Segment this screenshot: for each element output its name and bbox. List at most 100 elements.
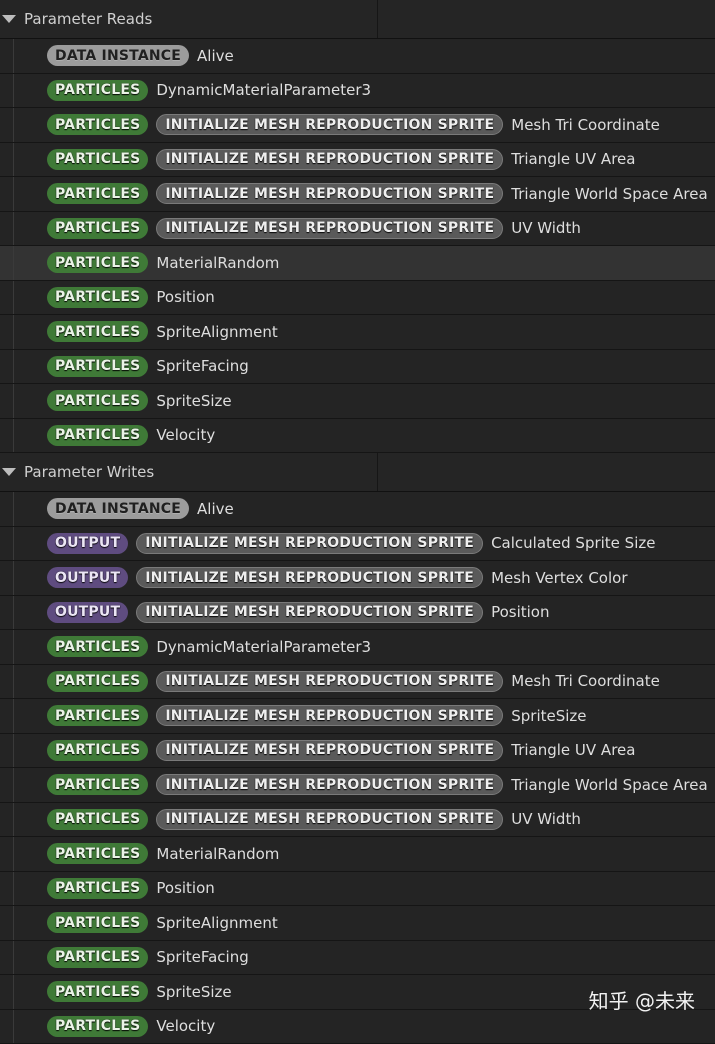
parameter-row[interactable]: PARTICLESSpriteAlignment bbox=[0, 906, 715, 941]
tree-guide-line bbox=[13, 177, 14, 211]
tree-guide-line bbox=[13, 39, 14, 73]
parameter-row[interactable]: PARTICLES INITIALIZE MESH REPRODUCTION SP… bbox=[0, 665, 715, 700]
particles-tag: PARTICLES bbox=[47, 843, 148, 864]
parameter-label: Position bbox=[156, 288, 214, 306]
tree-guide-line bbox=[13, 281, 14, 315]
module-tag: INITIALIZE MESH REPRODUCTION SPRITE bbox=[136, 567, 483, 588]
tree-guide-line bbox=[13, 561, 14, 595]
tree-guide-line bbox=[13, 212, 14, 246]
module-tag: INITIALIZE MESH REPRODUCTION SPRITE bbox=[156, 705, 503, 726]
parameter-label: Triangle UV Area bbox=[511, 741, 635, 759]
parameter-row[interactable]: PARTICLES INITIALIZE MESH REPRODUCTION SP… bbox=[0, 212, 715, 247]
parameter-label: Position bbox=[156, 879, 214, 897]
tree-guide-line bbox=[13, 837, 14, 871]
data-instance-tag: DATA INSTANCE bbox=[47, 498, 189, 519]
tree-guide-line bbox=[13, 975, 14, 1009]
module-tag: INITIALIZE MESH REPRODUCTION SPRITE bbox=[156, 671, 503, 692]
column-divider bbox=[377, 0, 378, 38]
parameter-row[interactable]: PARTICLESMaterialRandom bbox=[0, 246, 715, 281]
section-header-writes[interactable]: Parameter Writes bbox=[0, 453, 715, 492]
parameter-label: DynamicMaterialParameter3 bbox=[156, 638, 371, 656]
parameter-row[interactable]: PARTICLES INITIALIZE MESH REPRODUCTION SP… bbox=[0, 699, 715, 734]
module-tag: INITIALIZE MESH REPRODUCTION SPRITE bbox=[156, 183, 503, 204]
module-tag: INITIALIZE MESH REPRODUCTION SPRITE bbox=[156, 740, 503, 761]
particles-tag: PARTICLES bbox=[47, 740, 148, 761]
particles-tag: PARTICLES bbox=[47, 671, 148, 692]
parameter-row[interactable]: PARTICLESSpriteAlignment bbox=[0, 315, 715, 350]
watermark: 知乎 @未来 bbox=[589, 985, 695, 1014]
particles-tag: PARTICLES bbox=[47, 390, 148, 411]
module-tag: INITIALIZE MESH REPRODUCTION SPRITE bbox=[136, 602, 483, 623]
parameter-row[interactable]: PARTICLES Velocity bbox=[0, 419, 715, 454]
parameter-row[interactable]: PARTICLESVelocity bbox=[0, 1010, 715, 1044]
tree-guide-line bbox=[13, 492, 14, 526]
particles-tag: PARTICLES bbox=[47, 149, 148, 170]
output-tag: OUTPUT bbox=[47, 602, 128, 623]
parameter-label: UV Width bbox=[511, 219, 581, 237]
tree-guide-line bbox=[13, 699, 14, 733]
parameter-row[interactable]: OUTPUT INITIALIZE MESH REPRODUCTION SPRIT… bbox=[0, 561, 715, 596]
parameter-label: Mesh Tri Coordinate bbox=[511, 672, 660, 690]
module-tag: INITIALIZE MESH REPRODUCTION SPRITE bbox=[156, 809, 503, 830]
parameter-label: Alive bbox=[197, 47, 234, 65]
particles-tag: PARTICLES bbox=[47, 947, 148, 968]
particles-tag: PARTICLES bbox=[47, 287, 148, 308]
particles-tag: PARTICLES bbox=[47, 218, 148, 239]
parameter-label: Triangle World Space Area bbox=[511, 185, 707, 203]
parameter-label: UV Width bbox=[511, 810, 581, 828]
parameter-row[interactable]: PARTICLESINITIALIZE MESH REPRODUCTION SP… bbox=[0, 143, 715, 178]
parameter-row[interactable]: PARTICLES MaterialRandom bbox=[0, 837, 715, 872]
parameter-label: Velocity bbox=[156, 426, 215, 444]
tree-guide-line bbox=[13, 143, 14, 177]
tree-guide-line bbox=[13, 315, 14, 349]
parameter-label: Triangle World Space Area bbox=[511, 776, 707, 794]
parameter-row[interactable]: PARTICLES INITIALIZE MESH REPRODUCTION SP… bbox=[0, 177, 715, 212]
parameter-row[interactable]: OUTPUTINITIALIZE MESH REPRODUCTION SPRIT… bbox=[0, 527, 715, 562]
parameter-row[interactable]: PARTICLES DynamicMaterialParameter3 bbox=[0, 630, 715, 665]
section-header-reads[interactable]: Parameter Reads bbox=[0, 0, 715, 39]
parameter-row[interactable]: PARTICLES INITIALIZE MESH REPRODUCTION SP… bbox=[0, 768, 715, 803]
parameter-label: SpriteFacing bbox=[156, 948, 248, 966]
particles-tag: PARTICLES bbox=[47, 636, 148, 657]
particles-tag: PARTICLES bbox=[47, 80, 148, 101]
parameter-label: Triangle UV Area bbox=[511, 150, 635, 168]
module-tag: INITIALIZE MESH REPRODUCTION SPRITE bbox=[156, 774, 503, 795]
tree-guide-line bbox=[13, 350, 14, 384]
parameter-row[interactable]: PARTICLESINITIALIZE MESH REPRODUCTION SP… bbox=[0, 803, 715, 838]
parameter-row[interactable]: PARTICLES SpriteFacing bbox=[0, 350, 715, 385]
parameter-label: SpriteSize bbox=[156, 392, 231, 410]
parameter-label: Mesh Vertex Color bbox=[491, 569, 627, 587]
particles-tag: PARTICLES bbox=[47, 114, 148, 135]
parameter-label: SpriteAlignment bbox=[156, 914, 277, 932]
module-tag: INITIALIZE MESH REPRODUCTION SPRITE bbox=[156, 218, 503, 239]
tree-guide-line bbox=[13, 419, 14, 453]
parameter-label: Alive bbox=[197, 500, 234, 518]
parameter-row[interactable]: PARTICLES INITIALIZE MESH REPRODUCTION SP… bbox=[0, 734, 715, 769]
expand-arrow-icon[interactable] bbox=[2, 468, 16, 476]
parameter-row[interactable]: PARTICLES Position bbox=[0, 281, 715, 316]
parameter-label: SpriteAlignment bbox=[156, 323, 277, 341]
parameter-label: SpriteSize bbox=[156, 983, 231, 1001]
parameter-row[interactable]: PARTICLESPosition bbox=[0, 872, 715, 907]
module-tag: INITIALIZE MESH REPRODUCTION SPRITE bbox=[156, 114, 503, 135]
particles-tag: PARTICLES bbox=[47, 183, 148, 204]
particles-tag: PARTICLES bbox=[47, 774, 148, 795]
parameter-row[interactable]: PARTICLES INITIALIZE MESH REPRODUCTION SP… bbox=[0, 108, 715, 143]
parameter-label: SpriteSize bbox=[511, 707, 586, 725]
parameter-row[interactable]: DATA INSTANCE Alive bbox=[0, 492, 715, 527]
parameter-row[interactable]: DATA INSTANCEAlive bbox=[0, 39, 715, 74]
parameter-row[interactable]: PARTICLES SpriteFacing bbox=[0, 941, 715, 976]
particles-tag: PARTICLES bbox=[47, 425, 148, 446]
parameter-label: SpriteFacing bbox=[156, 357, 248, 375]
tree-guide-line bbox=[13, 527, 14, 561]
parameter-row[interactable]: PARTICLESDynamicMaterialParameter3 bbox=[0, 74, 715, 109]
particles-tag: PARTICLES bbox=[47, 356, 148, 377]
tree-guide-line bbox=[13, 803, 14, 837]
parameter-row[interactable]: PARTICLES SpriteSize bbox=[0, 384, 715, 419]
module-tag: INITIALIZE MESH REPRODUCTION SPRITE bbox=[136, 533, 483, 554]
output-tag: OUTPUT bbox=[47, 567, 128, 588]
particles-tag: PARTICLES bbox=[47, 705, 148, 726]
expand-arrow-icon[interactable] bbox=[2, 15, 16, 23]
parameter-label: MaterialRandom bbox=[156, 845, 279, 863]
parameter-row[interactable]: OUTPUT INITIALIZE MESH REPRODUCTION SPRIT… bbox=[0, 596, 715, 631]
